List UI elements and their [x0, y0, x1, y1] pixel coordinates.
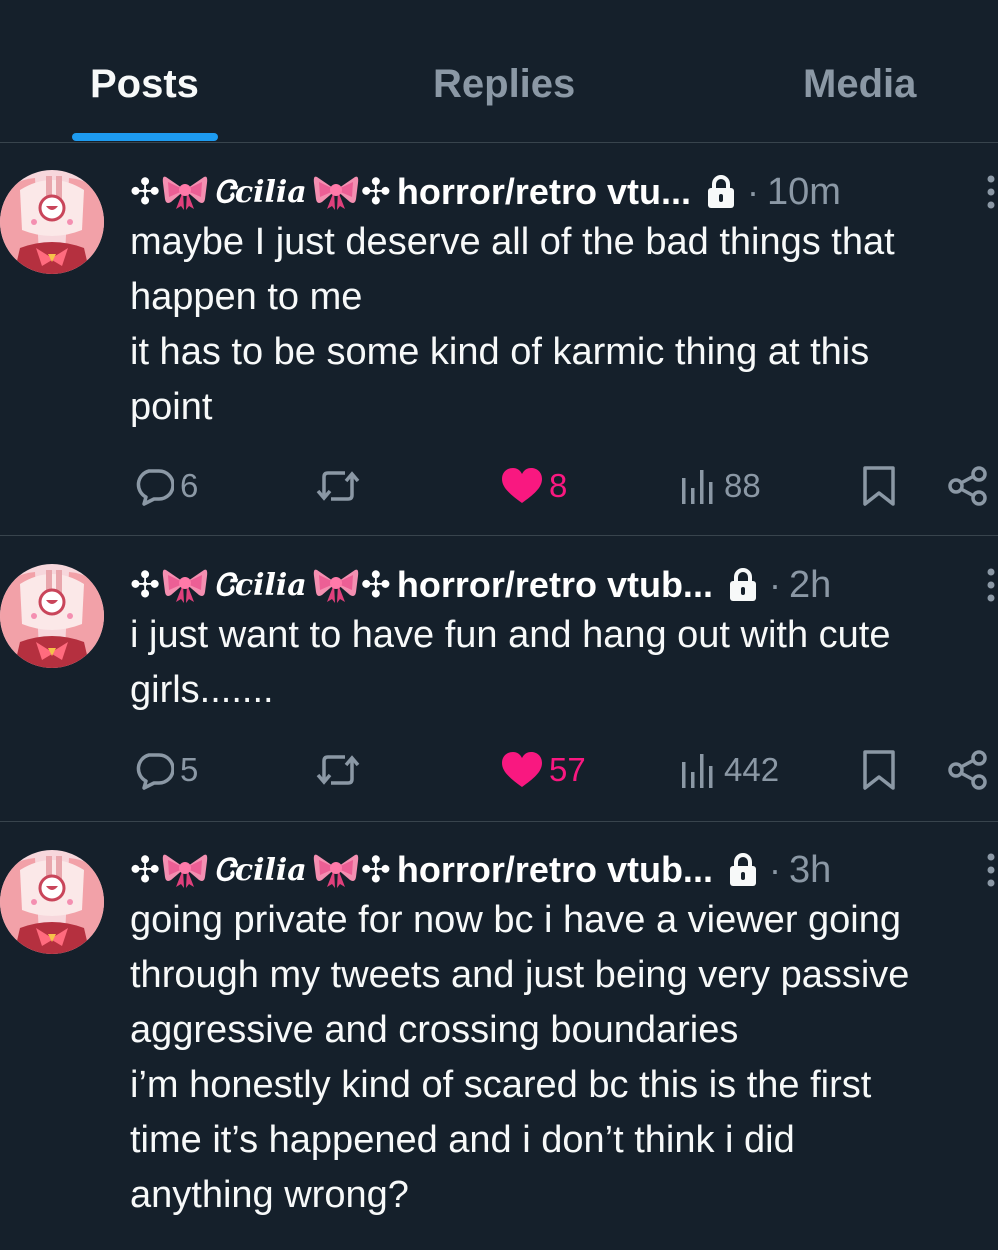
post[interactable]: ✣ Ꮳcilia ✣ horror/retro vtu... · 10m may… — [0, 143, 998, 536]
post-timestamp[interactable]: 2h — [789, 564, 831, 607]
post-text: going private for now bc i have a viewer… — [130, 893, 998, 1223]
post-text-line: maybe I just deserve all of the bad thin… — [130, 221, 895, 263]
post-header: ✣ Ꮳcilia ✣ horror/retro vtub... · 3h — [130, 845, 998, 895]
ribbon-bow-icon — [313, 173, 359, 211]
post-timestamp[interactable]: 10m — [767, 171, 841, 214]
avatar[interactable] — [0, 564, 104, 668]
author-script-name[interactable]: Ꮳcilia — [214, 853, 307, 888]
reply-button[interactable]: 6 — [134, 461, 198, 511]
post-text-line: girls....... — [130, 669, 274, 711]
ribbon-bow-icon — [162, 173, 208, 211]
author-script-name[interactable]: Ꮳcilia — [214, 175, 307, 210]
avatar[interactable] — [0, 850, 104, 954]
separator: · — [768, 849, 781, 890]
more-options-icon[interactable] — [986, 852, 996, 888]
heart-icon — [501, 467, 543, 505]
separator: · — [746, 171, 759, 212]
like-count: 8 — [549, 467, 568, 504]
repost-button[interactable] — [315, 461, 361, 511]
view-count: 442 — [724, 751, 780, 788]
bookmark-button[interactable] — [862, 745, 896, 795]
views-icon — [680, 752, 718, 788]
views-button[interactable]: 88 — [680, 461, 761, 511]
post-header: ✣ Ꮳcilia ✣ horror/retro vtub... · 2h — [130, 560, 998, 610]
post-text-line: happen to me — [130, 276, 363, 318]
bookmark-button[interactable] — [862, 461, 896, 511]
ribbon-bow-icon — [313, 851, 359, 889]
more-options-icon[interactable] — [986, 567, 996, 603]
profile-tabs: Posts Replies Media — [0, 0, 998, 143]
tab-media[interactable]: Media — [803, 62, 916, 107]
reply-count: 5 — [180, 751, 199, 788]
author-name[interactable]: horror/retro vtub... — [397, 849, 713, 891]
reply-button[interactable]: 5 — [134, 745, 198, 795]
view-count: 88 — [724, 467, 761, 504]
lock-icon — [705, 174, 737, 210]
post-timestamp[interactable]: 3h — [789, 849, 831, 892]
like-count: 57 — [549, 751, 586, 788]
share-icon — [947, 750, 989, 790]
post-text-line: anything wrong? — [130, 1174, 409, 1216]
post-text-line: i just want to have fun and hang out wit… — [130, 614, 891, 656]
author-deco-right: ✣ — [360, 171, 391, 212]
author-name[interactable]: horror/retro vtu... — [397, 171, 691, 213]
bookmark-icon — [862, 465, 896, 507]
share-icon — [947, 466, 989, 506]
author-deco-right: ✣ — [360, 849, 391, 890]
like-button[interactable]: 57 — [501, 745, 586, 795]
post-text-line: point — [130, 386, 213, 428]
author-script-name[interactable]: Ꮳcilia — [214, 568, 307, 603]
post[interactable]: ✣ Ꮳcilia ✣ horror/retro vtub... · 3h goi… — [0, 822, 998, 1250]
post-text-line: it has to be some kind of karmic thing a… — [130, 331, 870, 373]
active-tab-indicator — [72, 133, 218, 141]
post[interactable]: ✣ Ꮳcilia ✣ horror/retro vtub... · 2h i j… — [0, 536, 998, 822]
post-text-line: time it’s happened and i don’t think i d… — [130, 1119, 795, 1161]
post-text-line: i’m honestly kind of scared bc this is t… — [130, 1064, 872, 1106]
views-icon — [680, 468, 718, 504]
post-text-line: aggressive and crossing boundaries — [130, 1009, 739, 1051]
author-deco-right: ✣ — [360, 564, 391, 605]
lock-icon — [727, 852, 759, 888]
repost-button[interactable] — [315, 745, 361, 795]
bookmark-icon — [862, 749, 896, 791]
reply-icon — [134, 750, 174, 790]
repost-icon — [315, 468, 361, 504]
more-options-icon[interactable] — [986, 174, 996, 210]
share-button[interactable] — [947, 745, 989, 795]
ribbon-bow-icon — [162, 566, 208, 604]
repost-icon — [315, 752, 361, 788]
post-text: maybe I just deserve all of the bad thin… — [130, 215, 998, 435]
heart-icon — [501, 751, 543, 789]
author-deco-left: ✣ — [130, 849, 161, 890]
post-actions: 5 57 442 — [0, 745, 998, 795]
author-deco-left: ✣ — [130, 564, 161, 605]
like-button[interactable]: 8 — [501, 461, 567, 511]
separator: · — [768, 564, 781, 605]
post-header: ✣ Ꮳcilia ✣ horror/retro vtu... · 10m — [130, 167, 998, 217]
author-deco-left: ✣ — [130, 171, 161, 212]
ribbon-bow-icon — [313, 566, 359, 604]
post-actions: 6 8 88 — [0, 461, 998, 511]
share-button[interactable] — [947, 461, 989, 511]
avatar[interactable] — [0, 170, 104, 274]
tab-posts[interactable]: Posts — [90, 62, 199, 107]
post-text: i just want to have fun and hang out wit… — [130, 608, 998, 718]
reply-count: 6 — [180, 467, 199, 504]
reply-icon — [134, 466, 174, 506]
post-text-line: going private for now bc i have a viewer… — [130, 899, 902, 941]
views-button[interactable]: 442 — [680, 745, 779, 795]
author-name[interactable]: horror/retro vtub... — [397, 564, 713, 606]
ribbon-bow-icon — [162, 851, 208, 889]
lock-icon — [727, 567, 759, 603]
tab-replies[interactable]: Replies — [433, 62, 575, 107]
post-text-line: through my tweets and just being very pa… — [130, 954, 910, 996]
